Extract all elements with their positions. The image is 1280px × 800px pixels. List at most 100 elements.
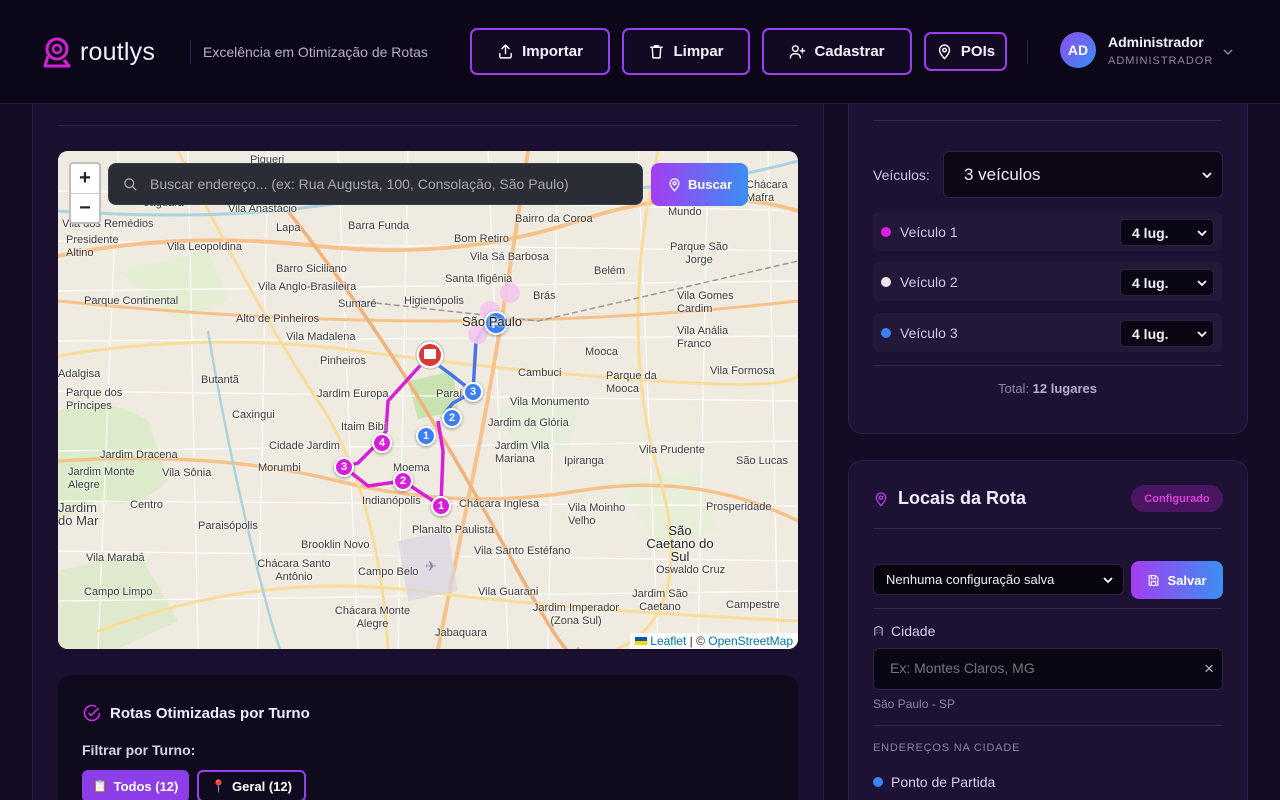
map-label: Chácara Santo Antônio xyxy=(257,558,331,583)
map-label: Presidente Altino xyxy=(66,234,119,259)
vehicle-seats-value: 4 lug. xyxy=(1132,224,1169,241)
map-label: Belém xyxy=(594,265,626,277)
route-map[interactable]: ✈ 1 2 3 4 1 2 3 P Piqueri Jaguara Vila A… xyxy=(58,151,798,649)
map-label: Chácara Inglesa xyxy=(459,498,540,510)
vehicles-label: Veículos: xyxy=(873,167,930,183)
saved-config-select[interactable]: Nenhuma configuração salva xyxy=(873,564,1124,595)
card-divider xyxy=(873,365,1222,366)
upload-icon xyxy=(499,44,512,59)
osm-link[interactable]: OpenStreetMap xyxy=(708,634,793,648)
map-label: Jardim Dracena xyxy=(100,449,178,461)
route-stop-marker[interactable]: 4 xyxy=(372,433,392,453)
vehicle-seats-select[interactable]: 4 lug. xyxy=(1120,219,1214,246)
search-icon xyxy=(124,177,137,191)
map-label: Campestre xyxy=(726,599,780,611)
vehicle-name: Veículo 3 xyxy=(900,324,958,341)
vehicle-seats-select[interactable]: 4 lug. xyxy=(1120,269,1214,296)
map-label: Brooklin Novo xyxy=(301,539,370,551)
map-label: Chácara Mafra xyxy=(746,179,788,204)
vehicle-seats-select[interactable]: 4 lug. xyxy=(1120,320,1214,347)
search-button[interactable]: Buscar xyxy=(651,163,748,206)
route-stop-marker[interactable]: 3 xyxy=(334,457,354,477)
map-label: Parque São Jorge xyxy=(669,241,729,266)
map-label: Jardim do Mar xyxy=(58,500,99,528)
filter-chip-all[interactable]: 📋 Todos (12) xyxy=(82,770,189,800)
map-label: Parque Continental xyxy=(84,295,179,307)
brand-logo[interactable]: routlys xyxy=(42,36,155,68)
map-label: Paraisópolis xyxy=(198,520,258,532)
map-label: Mundo xyxy=(668,206,702,218)
map-label: Brás xyxy=(533,290,556,302)
map-label: Alto de Pinheiros xyxy=(236,313,320,325)
start-point-label: Ponto de Partida xyxy=(891,774,996,790)
brand-name: routlys xyxy=(80,37,156,66)
vehicle-color-dot xyxy=(881,226,891,237)
vehicle-seats-value: 4 lug. xyxy=(1132,274,1169,291)
city-label: Cidade xyxy=(873,623,935,639)
chevron-down-icon[interactable] xyxy=(1222,46,1234,58)
map-label: Vila Marabá xyxy=(86,552,145,564)
city-label-text: Cidade xyxy=(891,623,936,639)
chevron-down-icon xyxy=(1197,229,1207,236)
city-field: × xyxy=(873,648,1223,690)
map-label: Vila Sônia xyxy=(162,467,212,479)
map-label: Pinheiros xyxy=(320,355,366,367)
filter-chip-general[interactable]: 📍 Geral (12) xyxy=(197,770,306,800)
map-label: Vila Guarani xyxy=(478,586,539,598)
map-label: Jardim Monte Alegre xyxy=(68,466,135,491)
route-stop-marker[interactable]: 1 xyxy=(431,496,451,516)
import-label: Importar xyxy=(522,43,583,60)
map-pin-icon xyxy=(669,178,680,192)
optimized-routes-card: Rotas Otimizadas por Turno Filtrar por T… xyxy=(58,675,798,800)
header-divider xyxy=(1027,40,1028,64)
address-search-input[interactable] xyxy=(150,176,630,192)
map-label: Vila Anália Franco xyxy=(677,325,729,350)
user-name: Administrador xyxy=(1108,33,1204,50)
clear-button[interactable]: Limpar xyxy=(622,28,750,75)
chevron-down-icon xyxy=(1197,330,1207,337)
total-value: 12 lugares xyxy=(1032,381,1097,396)
route-logo-icon xyxy=(43,37,71,68)
route-stop-marker[interactable]: 1 xyxy=(416,426,436,446)
user-menu[interactable]: AD Administrador ADMINISTRADOR xyxy=(1060,32,1213,68)
save-button[interactable]: Salvar xyxy=(1131,561,1223,599)
pois-label: POIs xyxy=(960,43,996,60)
map-label: Bom Retiro xyxy=(454,233,510,245)
total-label: Total: xyxy=(997,381,1033,396)
leaflet-link[interactable]: Leaflet xyxy=(650,634,686,648)
city-input[interactable] xyxy=(890,660,1190,676)
map-label: Jardim da Glória xyxy=(488,417,569,429)
zoom-in-button[interactable]: + xyxy=(71,164,99,193)
map-label: Cidade Jardim xyxy=(269,440,340,452)
map-label: Jabaquara xyxy=(435,627,487,639)
start-point-dot xyxy=(873,777,883,787)
import-button[interactable]: Importar xyxy=(470,28,610,75)
map-label: Vila Gomes Cardim xyxy=(677,290,734,315)
map-label: Campo Limpo xyxy=(84,586,153,598)
chevron-down-icon xyxy=(1103,576,1113,583)
zoom-out-button[interactable]: − xyxy=(71,194,99,223)
route-stop-marker[interactable]: 3 xyxy=(463,382,483,402)
vehicle-seats-value: 4 lug. xyxy=(1132,325,1169,342)
map-label: Vila Sá Barbosa xyxy=(470,251,549,263)
vehicle-count-select[interactable]: 3 veículos xyxy=(943,151,1223,198)
route-stop-marker[interactable]: 2 xyxy=(442,408,462,428)
save-icon xyxy=(1149,574,1159,586)
map-label: Lapa xyxy=(276,222,301,234)
start-point-item[interactable]: Ponto de Partida xyxy=(873,774,995,790)
chevron-down-icon xyxy=(1197,279,1207,286)
clear-city-button[interactable]: × xyxy=(1204,659,1214,679)
total-seats: Total: 12 lugares xyxy=(873,381,1222,396)
pois-button[interactable]: POIs xyxy=(924,32,1007,71)
map-label: Cambuci xyxy=(518,367,562,379)
attribution-separator: | © xyxy=(686,634,709,648)
zoom-control: + − xyxy=(69,162,101,224)
pushpin-icon: 📍 xyxy=(211,779,226,793)
register-button[interactable]: Cadastrar xyxy=(762,28,912,75)
trash-icon xyxy=(650,45,664,59)
svg-text:✈: ✈ xyxy=(425,559,437,575)
map-label: Barra Funda xyxy=(348,220,410,232)
map-label: São Caetano do Sul xyxy=(646,523,714,564)
tagline: Excelência em Otimização de Rotas xyxy=(203,44,428,60)
card-divider xyxy=(873,608,1222,609)
